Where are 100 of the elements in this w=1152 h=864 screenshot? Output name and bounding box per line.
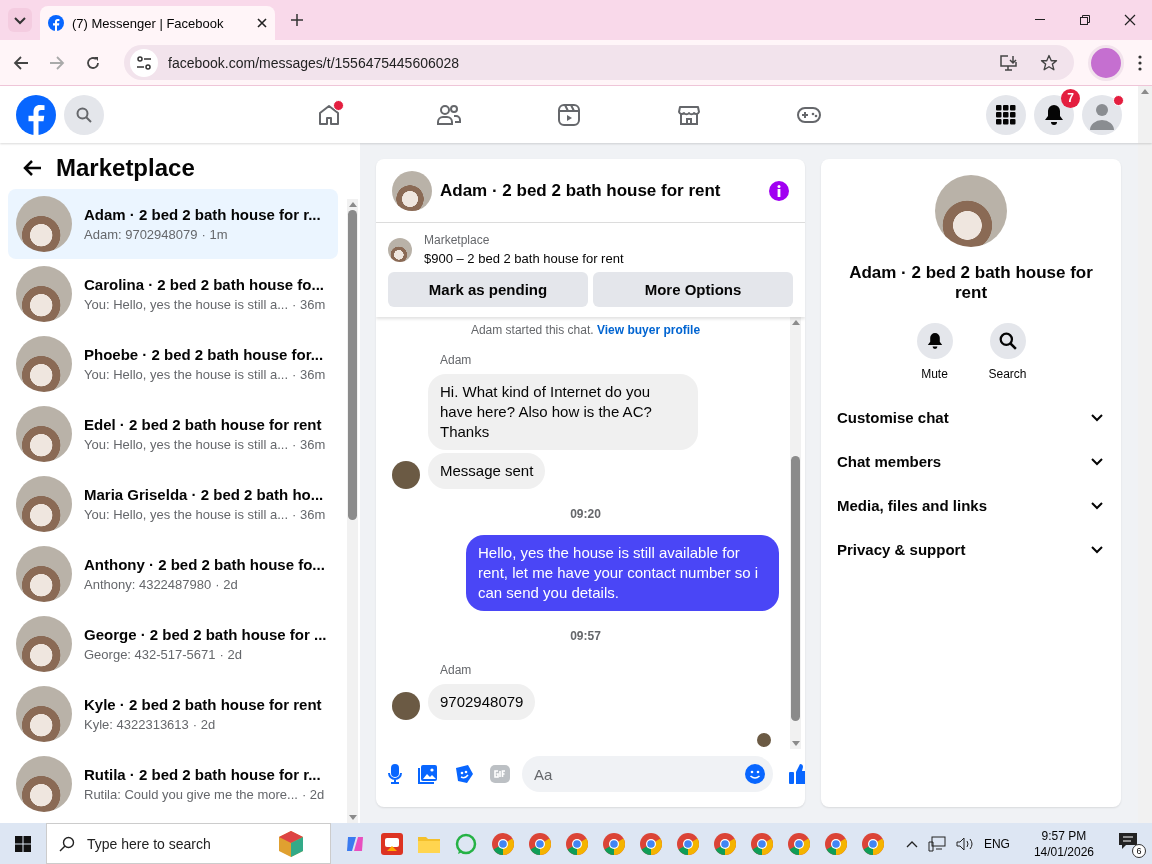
- message-preview: Adam: 9702948079: [84, 227, 198, 242]
- sticker-icon[interactable]: [454, 764, 474, 784]
- message-time: · 36m: [292, 367, 326, 382]
- listing-photo: [392, 170, 432, 211]
- new-tab-icon[interactable]: [291, 14, 303, 26]
- listing-photo: [16, 196, 72, 252]
- browser-icon[interactable]: [860, 831, 885, 856]
- star-icon[interactable]: [1040, 53, 1058, 72]
- action-button[interactable]: More Options: [593, 272, 793, 307]
- notification-icon[interactable]: [1118, 831, 1138, 850]
- grid-icon: [996, 104, 1016, 125]
- conversation-name: Kyle · 2 bed 2 bath house for rent: [84, 696, 322, 713]
- thumbs-up-icon[interactable]: [789, 763, 805, 785]
- scroll-down-arrow[interactable]: [791, 741, 800, 746]
- conversation-item[interactable]: Phoebe · 2 bed 2 bath house for... You: Hello, yes the house is still a... · 36m: [8, 329, 338, 399]
- browser-icon[interactable]: [564, 831, 589, 856]
- restore-icon[interactable]: [1079, 15, 1090, 25]
- close-icon[interactable]: [257, 18, 267, 28]
- info-button[interactable]: [769, 180, 789, 201]
- notification-count: 6: [1132, 843, 1146, 858]
- browser-icon[interactable]: [749, 831, 774, 856]
- scroll-up-arrow[interactable]: [791, 320, 800, 325]
- site-settings-icon[interactable]: [136, 55, 152, 70]
- browser-icon[interactable]: [601, 831, 626, 856]
- network-icon[interactable]: [927, 835, 946, 852]
- conversation-item[interactable]: Adam · 2 bed 2 bath house for r... Adam: 9702948079 · 1m: [8, 189, 338, 259]
- scroll-up-arrow[interactable]: [1141, 89, 1149, 94]
- scrollbar[interactable]: [1138, 86, 1152, 143]
- scrollbar[interactable]: [790, 317, 801, 749]
- message-input[interactable]: Aa: [522, 756, 773, 792]
- conversation-item[interactable]: Maria Griselda · 2 bed 2 bath ho... You: Hello, yes the house is still a... · 36m: [8, 469, 338, 539]
- contact-name: Adam · 2 bed 2 bath house for rent: [848, 263, 1094, 303]
- menu-button[interactable]: [986, 94, 1026, 135]
- browser-icon[interactable]: [490, 831, 515, 856]
- search-placeholder: Type here to search: [87, 835, 211, 852]
- message-time: · 2d: [219, 647, 242, 662]
- video-app-icon[interactable]: [380, 832, 403, 855]
- speaker-icon[interactable]: [955, 836, 974, 851]
- scrollbar[interactable]: [347, 199, 358, 823]
- conversation-item[interactable]: Rutila · 2 bed 2 bath house for r... Rutila: Could you give me the more... · 2d: [8, 749, 338, 819]
- browser-icon[interactable]: [638, 831, 663, 856]
- smiley-icon[interactable]: [745, 764, 765, 784]
- language-indicator[interactable]: ENG: [983, 836, 1010, 851]
- accordion-row[interactable]: Privacy & support: [829, 527, 1113, 571]
- accordion-row[interactable]: Chat members: [829, 439, 1113, 483]
- close-icon[interactable]: [1123, 14, 1136, 26]
- accordion-row[interactable]: Customise chat: [829, 395, 1113, 439]
- listing-title: $900 – 2 bed 2 bath house for rent: [424, 251, 624, 266]
- scroll-down-arrow[interactable]: [348, 815, 357, 820]
- conversation-item[interactable]: Kyle · 2 bed 2 bath house for rent Kyle: 4322313613 · 2d: [8, 679, 338, 749]
- timestamp: 09:57: [569, 629, 602, 643]
- facebook-logo: [48, 15, 64, 31]
- scrollbar[interactable]: [1138, 143, 1152, 823]
- tab-title: (7) Messenger | Facebook: [72, 15, 225, 31]
- profile-avatar[interactable]: [1088, 44, 1124, 81]
- action-button[interactable]: Search: [980, 323, 1035, 381]
- message-bubble: 9702948079: [428, 684, 536, 720]
- back-icon[interactable]: [13, 54, 29, 71]
- action-button[interactable]: Mark as pending: [388, 272, 588, 307]
- clock[interactable]: 9:57 PM 14/01/2026: [1033, 827, 1094, 860]
- menu-icon[interactable]: [1138, 54, 1142, 71]
- facebook-logo[interactable]: [16, 94, 56, 135]
- message-preview: You: Hello, yes the house is still a...: [84, 437, 289, 452]
- conversation-item[interactable]: Carolina · 2 bed 2 bath house fo... You: Hello, yes the house is still a... · 36m: [8, 259, 338, 329]
- seen-avatar: [757, 733, 771, 747]
- minimize-icon[interactable]: [1034, 19, 1045, 21]
- browser-icon[interactable]: [675, 831, 700, 856]
- browser-icon[interactable]: [786, 831, 811, 856]
- taskbar-search-field[interactable]: Type here to search: [46, 823, 331, 864]
- action-button[interactable]: Mute: [907, 323, 962, 381]
- conversation-name: Rutila · 2 bed 2 bath house for r...: [84, 766, 322, 783]
- listing-label: Marketplace: [424, 233, 491, 247]
- view-profile-link[interactable]: View buyer profile: [596, 323, 701, 337]
- tab-list-button[interactable]: [8, 8, 32, 32]
- browser-tab[interactable]: (7) Messenger | Facebook: [40, 6, 275, 40]
- scroll-up-arrow[interactable]: [348, 202, 357, 207]
- notifications-button[interactable]: [1034, 94, 1074, 135]
- address-bar[interactable]: facebook.com/messages/t/1556475445606028: [124, 45, 1074, 80]
- sender-name: Adam: [440, 353, 473, 367]
- cube-icon: [276, 828, 306, 859]
- reload-icon[interactable]: [85, 54, 101, 71]
- accordion-row[interactable]: Media, files and links: [829, 483, 1113, 527]
- notification-badge: 7: [1061, 88, 1080, 108]
- conversation-item[interactable]: George · 2 bed 2 bath house for ... George: 432-517-5671 · 2d: [8, 609, 338, 679]
- timestamp: 09:20: [569, 507, 602, 521]
- browser-icon[interactable]: [712, 831, 737, 856]
- account-button[interactable]: [1082, 94, 1122, 135]
- install-icon[interactable]: [1000, 54, 1018, 71]
- chevron-up-icon[interactable]: [905, 839, 918, 848]
- conversation-item[interactable]: Anthony · 2 bed 2 bath house fo... Anthony: 4322487980 · 2d: [8, 539, 338, 609]
- gamepad-icon: [796, 104, 822, 125]
- browser-icon[interactable]: [527, 831, 552, 856]
- listing-photo: [16, 476, 72, 532]
- browser-icon[interactable]: [823, 831, 848, 856]
- search-button[interactable]: [64, 94, 104, 135]
- windows-icon[interactable]: [15, 835, 31, 852]
- conversation-item[interactable]: Edel · 2 bed 2 bath house for rent You: Hello, yes the house is still a... · 36m: [8, 399, 338, 469]
- back-arrow-icon[interactable]: [22, 159, 42, 177]
- image-icon[interactable]: [418, 764, 438, 784]
- microphone-icon[interactable]: [388, 764, 402, 784]
